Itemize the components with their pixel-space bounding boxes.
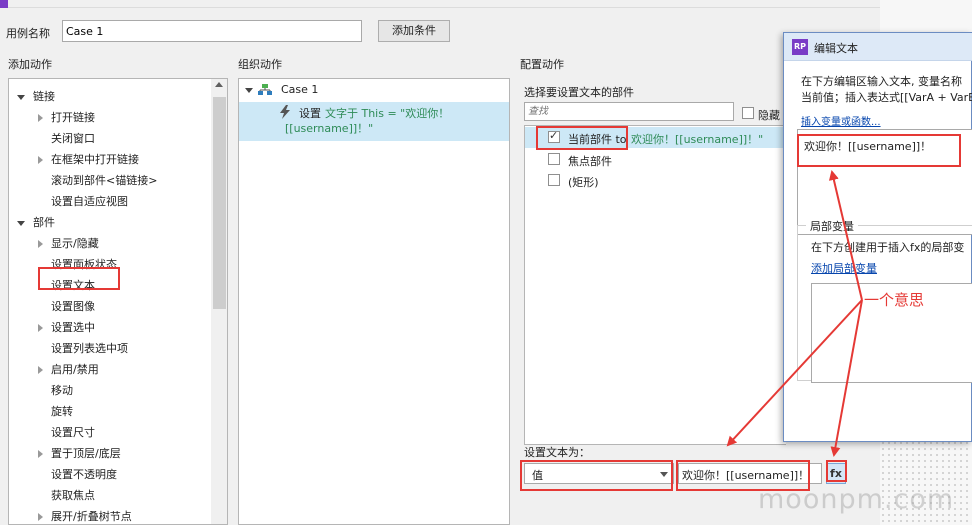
- annotation-arrows: [726, 170, 863, 457]
- arrow-to-fx-button: [830, 299, 863, 457]
- annotation-text: 一个意思: [864, 289, 925, 310]
- arrow-to-editor-text: [828, 170, 863, 301]
- watermark: moonpm.com: [758, 484, 955, 515]
- arrow-to-text-value: [726, 299, 863, 447]
